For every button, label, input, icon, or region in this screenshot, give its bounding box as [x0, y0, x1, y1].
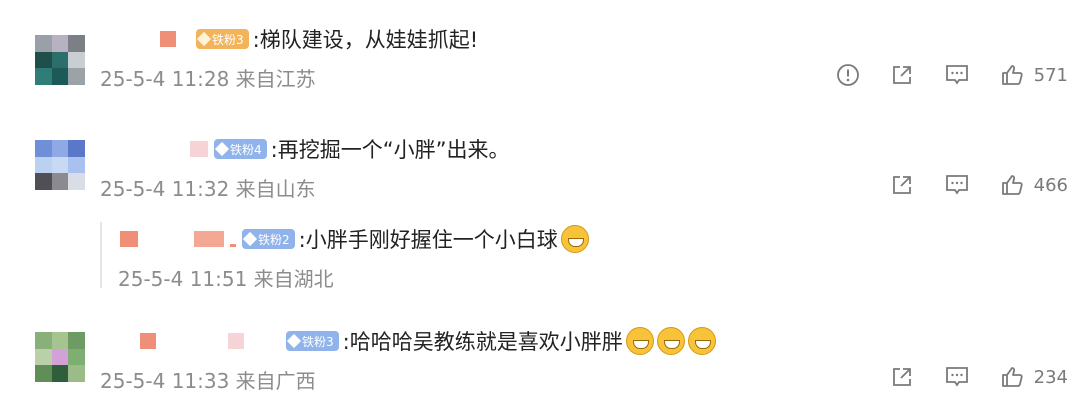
share-button[interactable]: [890, 63, 914, 87]
comment-button[interactable]: [944, 63, 970, 87]
like-count: 466: [1033, 174, 1068, 196]
comment-body: 铁粉3 :哈哈哈吴教练就是喜欢小胖胖: [140, 326, 716, 356]
avatar[interactable]: [35, 332, 85, 382]
comment-text: :再挖掘一个“小胖”出来。: [270, 138, 510, 162]
comment-actions: 234: [860, 365, 1068, 389]
fan-badge: 铁粉2: [242, 229, 295, 249]
like-count: 571: [1033, 64, 1068, 86]
diamond-icon: [214, 141, 230, 157]
fan-badge-label: 铁粉2: [258, 232, 290, 247]
username-blurred[interactable]: [190, 141, 208, 157]
fan-badge-label: 铁粉3: [212, 32, 244, 47]
grinning-emoji-icon: [687, 327, 716, 355]
share-icon: [892, 368, 911, 386]
diamond-icon: [242, 231, 258, 247]
report-icon: [836, 64, 859, 86]
fan-badge: 铁粉4: [214, 139, 267, 159]
comment-button[interactable]: [944, 365, 970, 389]
grinning-emoji-icon: [625, 327, 654, 355]
username-blurred[interactable]: [120, 231, 138, 247]
comment-icon: [945, 175, 968, 195]
username-blurred[interactable]: [160, 31, 176, 47]
like-count: 234: [1033, 366, 1068, 388]
like-button[interactable]: 466: [1000, 173, 1068, 197]
thumbs-up-icon: [1001, 367, 1023, 387]
grinning-emoji-icon: [656, 327, 685, 355]
share-icon: [892, 176, 911, 194]
report-button[interactable]: [836, 63, 860, 87]
comment-meta: 25-5-4 11:33 来自广西: [100, 369, 316, 393]
comment-button[interactable]: [944, 173, 970, 197]
fan-badge: 铁粉3: [196, 29, 249, 49]
fan-badge-label: 铁粉3: [302, 334, 334, 349]
share-icon: [892, 66, 911, 84]
grinning-emoji-icon: [560, 225, 589, 253]
comment-actions: 466: [860, 173, 1068, 197]
comment-meta: 25-5-4 11:28 来自江苏: [100, 67, 316, 91]
crown-icon: [196, 31, 212, 47]
username-blurred[interactable]: [140, 333, 156, 349]
avatar[interactable]: [35, 140, 85, 190]
reply-indent-bar: [100, 222, 102, 288]
avatar[interactable]: [35, 35, 85, 85]
thumbs-up-icon: [1001, 65, 1023, 85]
reply-text: :小胖手刚好握住一个小白球: [298, 228, 558, 252]
share-button[interactable]: [890, 173, 914, 197]
share-button[interactable]: [890, 365, 914, 389]
fan-badge-label: 铁粉4: [230, 142, 262, 157]
username-blurred[interactable]: [194, 231, 224, 247]
reply-meta: 25-5-4 11:51 来自湖北: [118, 267, 334, 291]
like-button[interactable]: 571: [1000, 63, 1068, 87]
thumbs-up-icon: [1001, 175, 1023, 195]
comment-text: :哈哈哈吴教练就是喜欢小胖胖: [342, 330, 623, 354]
like-button[interactable]: 234: [1000, 365, 1068, 389]
reply-body: 铁粉2 :小胖手刚好握住一个小白球: [120, 224, 589, 254]
username-blurred[interactable]: [228, 333, 244, 349]
comment-actions: 571: [806, 63, 1068, 87]
comment-icon: [945, 367, 968, 387]
comment-meta: 25-5-4 11:32 来自山东: [100, 177, 316, 201]
comment-text: :梯队建设，从娃娃抓起!: [252, 28, 479, 52]
fan-badge: 铁粉3: [286, 331, 339, 351]
diamond-icon: [286, 333, 302, 349]
comment-icon: [945, 65, 968, 85]
comment-body: 铁粉4 :再挖掘一个“小胖”出来。: [190, 134, 509, 164]
username-blurred[interactable]: [230, 243, 236, 247]
comment-body: 铁粉3 :梯队建设，从娃娃抓起!: [160, 24, 478, 54]
